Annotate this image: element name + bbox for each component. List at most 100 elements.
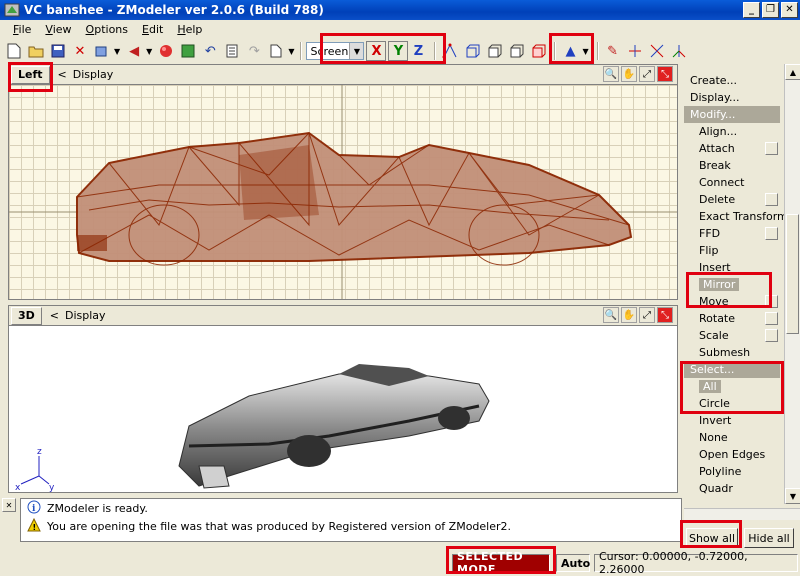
- zoom-extents-icon[interactable]: ⤢: [639, 66, 655, 82]
- menu-edit[interactable]: Edit: [135, 23, 170, 36]
- new-file-icon[interactable]: [4, 41, 24, 61]
- panel-item[interactable]: Connect: [684, 174, 784, 191]
- maximize-viewport-icon[interactable]: ⤡: [657, 66, 673, 82]
- log-text: You are opening the file was that was pr…: [47, 519, 512, 533]
- svg-text:x: x: [15, 483, 21, 492]
- panel-item-checkbox[interactable]: [765, 193, 778, 206]
- menu-view[interactable]: View: [38, 23, 78, 36]
- scroll-thumb[interactable]: [786, 214, 799, 334]
- panel-item[interactable]: Flip: [684, 242, 784, 259]
- panel-item-checkbox[interactable]: [765, 227, 778, 240]
- panel-item-label: Submesh: [699, 346, 751, 359]
- selected-object-mode-icon[interactable]: [528, 41, 548, 61]
- texture-icon[interactable]: [178, 41, 198, 61]
- viewport-tab-left[interactable]: Left: [11, 65, 50, 84]
- save-icon[interactable]: [48, 41, 68, 61]
- panel-item[interactable]: Insert: [684, 259, 784, 276]
- delete-icon[interactable]: ✕: [70, 41, 90, 61]
- selected-mode-badge: SELECTED MODE: [452, 550, 550, 576]
- axes-scale-icon[interactable]: [669, 41, 689, 61]
- main-toolbar: ✕ ▼ ◀ ▼ ↶ ↷ ▼ Screen ▼ X Y Z ▲ ▼ ✎: [0, 38, 800, 64]
- show-all-button[interactable]: Show all: [686, 528, 738, 548]
- warning-icon: !: [27, 517, 41, 535]
- display-menu[interactable]: < Display: [58, 68, 114, 81]
- panel-item[interactable]: Select...: [684, 361, 780, 378]
- import-icon[interactable]: [92, 41, 112, 61]
- panel-item[interactable]: Rotate: [684, 310, 784, 327]
- panel-item-label: Move: [699, 295, 729, 308]
- panel-item[interactable]: All: [684, 378, 784, 395]
- panel-item[interactable]: Mirror: [684, 276, 784, 293]
- properties-icon[interactable]: [222, 41, 242, 61]
- close-log-icon[interactable]: ✕: [2, 498, 16, 512]
- menu-file[interactable]: File: [6, 23, 38, 36]
- open-folder-icon[interactable]: [26, 41, 46, 61]
- pan-hand-icon[interactable]: ✋: [621, 307, 637, 323]
- panel-item[interactable]: None: [684, 429, 784, 446]
- panel-item[interactable]: FFD: [684, 225, 784, 242]
- panel-item-checkbox[interactable]: [765, 329, 778, 342]
- panel-item[interactable]: Submesh: [684, 344, 784, 361]
- panel-item[interactable]: Display...: [684, 89, 784, 106]
- maximize-viewport-icon[interactable]: ⤡: [657, 307, 673, 323]
- panel-item-label: Attach: [699, 142, 735, 155]
- left-viewport-canvas[interactable]: [9, 85, 677, 299]
- undo-menu-icon[interactable]: ◀: [124, 41, 144, 61]
- panel-item[interactable]: Quadr: [684, 480, 784, 497]
- vertex-mode-icon[interactable]: [440, 41, 460, 61]
- panel-item[interactable]: Exact Transform: [684, 208, 784, 225]
- page-icon[interactable]: [266, 41, 286, 61]
- zoom-extents-icon[interactable]: ⤢: [639, 307, 655, 323]
- panel-item[interactable]: Create...: [684, 72, 784, 89]
- viewport-tab-3d[interactable]: 3D: [11, 306, 42, 325]
- hide-all-button[interactable]: Hide all: [744, 528, 794, 548]
- material-sphere-icon[interactable]: [156, 41, 176, 61]
- log-text: ZModeler is ready.: [47, 501, 148, 515]
- pan-hand-icon[interactable]: ✋: [621, 66, 637, 82]
- panel-item[interactable]: Polyline: [684, 463, 784, 480]
- 3d-viewport-canvas[interactable]: z x y: [9, 326, 677, 492]
- axes-move-icon[interactable]: [625, 41, 645, 61]
- restore-button[interactable]: ❐: [762, 2, 779, 18]
- display-menu-3d[interactable]: < Display: [50, 309, 106, 322]
- paint-icon[interactable]: ✎: [603, 41, 623, 61]
- panel-hscrollbar[interactable]: [684, 508, 800, 520]
- axes-rotate-icon[interactable]: [647, 41, 667, 61]
- panel-item-label: Quadr: [699, 482, 733, 495]
- redo-icon[interactable]: ↷: [244, 41, 264, 61]
- panel-item[interactable]: Delete: [684, 191, 784, 208]
- panel-item-checkbox[interactable]: [765, 312, 778, 325]
- scroll-down-icon[interactable]: ▼: [785, 488, 800, 504]
- panel-item-checkbox[interactable]: [765, 295, 778, 308]
- panel-item[interactable]: Move: [684, 293, 784, 310]
- menu-options[interactable]: Options: [79, 23, 135, 36]
- panel-item[interactable]: Break: [684, 157, 784, 174]
- coordinate-space-value: Screen: [310, 44, 349, 58]
- panel-item[interactable]: Align...: [684, 123, 784, 140]
- axis-z-icon[interactable]: Z: [408, 41, 428, 61]
- face-mode-icon[interactable]: [484, 41, 504, 61]
- cone-tool-icon[interactable]: ▲: [560, 41, 580, 61]
- panel-item[interactable]: Open Edges: [684, 446, 784, 463]
- panel-item[interactable]: Invert: [684, 412, 784, 429]
- axis-x-button[interactable]: X: [366, 41, 387, 61]
- zoom-icon[interactable]: 🔍: [603, 66, 619, 82]
- coordinate-space-select[interactable]: Screen ▼: [306, 42, 365, 60]
- object-mode-icon[interactable]: [506, 41, 526, 61]
- panel-item[interactable]: Circle: [684, 395, 784, 412]
- undo-icon[interactable]: ↶: [200, 41, 220, 61]
- panel-item[interactable]: Attach: [684, 140, 784, 157]
- close-button[interactable]: ✕: [781, 2, 798, 18]
- scroll-up-icon[interactable]: ▲: [785, 64, 800, 80]
- axis-y-button[interactable]: Y: [388, 41, 409, 61]
- panel-item[interactable]: Scale: [684, 327, 784, 344]
- zoom-icon[interactable]: 🔍: [603, 307, 619, 323]
- command-panel-scrollbar[interactable]: ▲ ▼: [784, 64, 800, 504]
- panel-item-checkbox[interactable]: [765, 142, 778, 155]
- menu-help[interactable]: Help: [170, 23, 209, 36]
- panel-item[interactable]: Modify...: [684, 106, 780, 123]
- edge-mode-icon[interactable]: [462, 41, 482, 61]
- minimize-button[interactable]: _: [743, 2, 760, 18]
- menu-bar: File View Options Edit Help: [0, 20, 800, 38]
- svg-text:z: z: [37, 447, 42, 457]
